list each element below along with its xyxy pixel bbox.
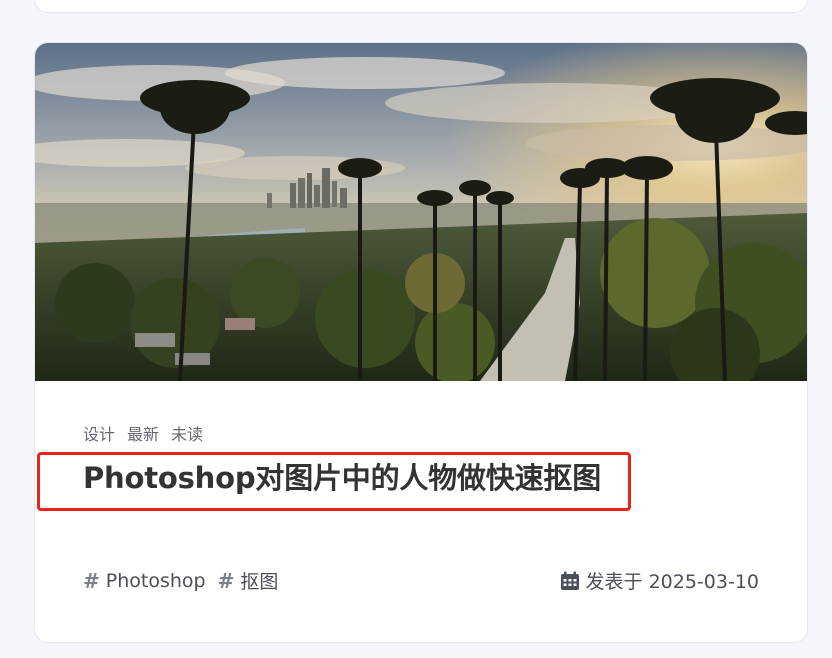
hash-icon: # bbox=[217, 568, 235, 593]
calendar-icon bbox=[560, 571, 580, 591]
tag-link-photoshop[interactable]: # Photoshop bbox=[83, 569, 206, 593]
excerpt-highlight-box bbox=[37, 452, 631, 511]
tag-label: Photoshop bbox=[105, 569, 206, 592]
tag-link-cutout[interactable]: # 抠图 bbox=[218, 567, 279, 594]
post-cover-image[interactable] bbox=[35, 43, 807, 381]
category-link-latest[interactable]: 最新 bbox=[127, 421, 159, 445]
post-meta: # Photoshop # 抠图 发表于 2025-03-10 bbox=[83, 567, 759, 597]
post-card-info: 设计 最新 未读 Photoshop对图片中的人物做快速抠图 # Photosh… bbox=[83, 381, 759, 642]
tag-list: # Photoshop # 抠图 bbox=[83, 567, 278, 594]
category-link-unread[interactable]: 未读 bbox=[171, 421, 203, 445]
post-card[interactable]: 设计 最新 未读 Photoshop对图片中的人物做快速抠图 # Photosh… bbox=[34, 42, 808, 643]
hash-icon: # bbox=[83, 568, 100, 593]
category-link-design[interactable]: 设计 bbox=[83, 421, 115, 445]
tag-label: 抠图 bbox=[240, 571, 279, 593]
category-list: 设计 最新 未读 bbox=[83, 421, 203, 445]
post-date-label: 发表于 2025-03-10 bbox=[585, 571, 759, 593]
previous-post-card[interactable] bbox=[34, 0, 808, 13]
post-date: 发表于 2025-03-10 bbox=[560, 567, 759, 594]
